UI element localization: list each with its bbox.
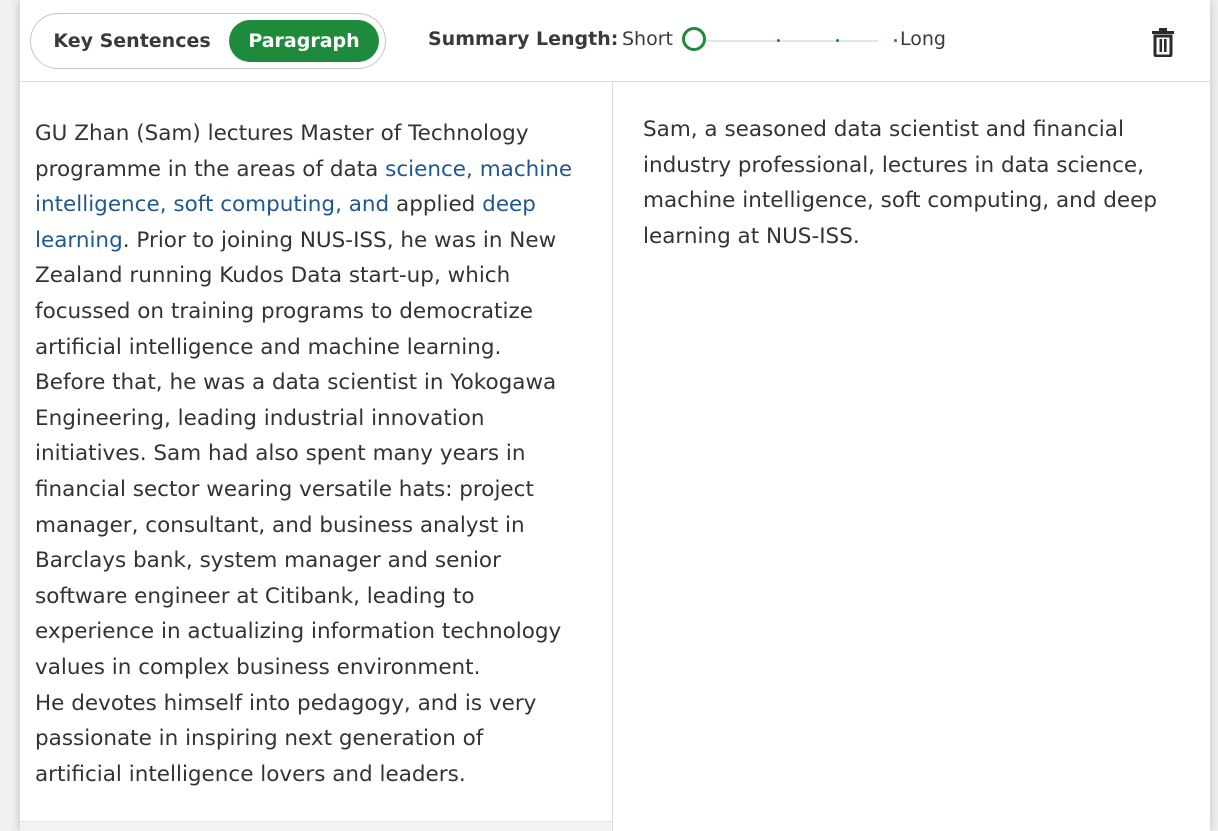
key-sentences-button[interactable]: Key Sentences — [37, 20, 227, 62]
summary-length-label: Summary Length: — [428, 28, 619, 50]
delete-button[interactable] — [1150, 27, 1176, 58]
slider-track — [696, 40, 878, 42]
paragraph-button[interactable]: Paragraph — [229, 20, 379, 62]
slider-tick — [777, 39, 780, 42]
summarizer-window: Key Sentences Paragraph Summary Length: … — [20, 0, 1210, 831]
short-label: Short — [622, 28, 673, 50]
original-text[interactable]: GU Zhan (Sam) lectures Master of Technol… — [35, 116, 575, 792]
toolbar: Key Sentences Paragraph Summary Length: … — [20, 0, 1210, 82]
slider-tick — [836, 39, 839, 42]
original-text-segment: . Prior to joining NUS-ISS, he was in Ne… — [35, 227, 562, 680]
mode-toggle: Key Sentences Paragraph — [30, 13, 386, 69]
long-label: Long — [900, 28, 946, 50]
slider-tick — [894, 39, 897, 42]
original-text-panel[interactable]: GU Zhan (Sam) lectures Master of Technol… — [20, 82, 613, 831]
summary-panel: Sam, a seasoned data scientist and finan… — [613, 82, 1210, 831]
summary-length-slider[interactable] — [682, 26, 897, 56]
trash-icon — [1152, 28, 1174, 58]
summary-text: Sam, a seasoned data scientist and finan… — [643, 117, 1158, 249]
original-text-paragraph-2: He devotes himself into pedagogy, and is… — [35, 690, 537, 787]
slider-thumb[interactable] — [682, 27, 706, 51]
original-text-segment: applied — [389, 192, 483, 218]
horizontal-scrollbar[interactable] — [20, 821, 612, 831]
